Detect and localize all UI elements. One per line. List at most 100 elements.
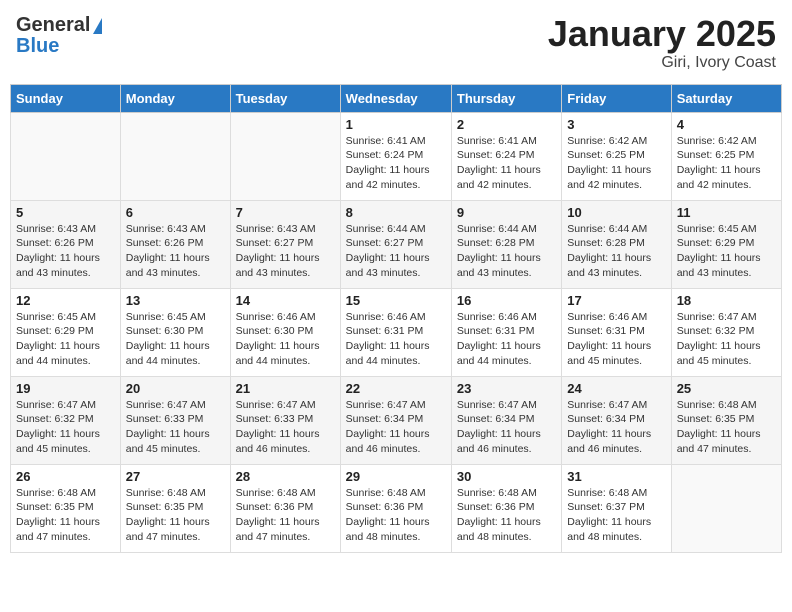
calendar-cell: 9 Sunrise: 6:44 AMSunset: 6:28 PMDaylight… [451,200,561,288]
calendar-cell: 13 Sunrise: 6:45 AMSunset: 6:30 PMDayligh… [120,288,230,376]
calendar-cell: 25 Sunrise: 6:48 AMSunset: 6:35 PMDayligh… [671,376,781,464]
col-saturday: Saturday [671,84,781,112]
calendar-cell: 5 Sunrise: 6:43 AMSunset: 6:26 PMDaylight… [11,200,121,288]
calendar-cell: 23 Sunrise: 6:47 AMSunset: 6:34 PMDayligh… [451,376,561,464]
cell-date-number: 31 [567,469,665,484]
cell-date-number: 5 [16,205,115,220]
cell-info: Sunrise: 6:48 AMSunset: 6:35 PMDaylight:… [126,486,225,545]
calendar-cell: 21 Sunrise: 6:47 AMSunset: 6:33 PMDayligh… [230,376,340,464]
calendar-cell: 18Sunrise: 6:47 AMSunset: 6:32 PMDayligh… [671,288,781,376]
calendar-cell [671,464,781,552]
cell-info: Sunrise: 6:48 AMSunset: 6:35 PMDaylight:… [16,486,115,545]
col-monday: Monday [120,84,230,112]
logo-general-text: General [16,14,90,37]
logo-triangle [93,18,102,34]
calendar-cell [120,112,230,200]
calendar-week-row: 1Sunrise: 6:41 AMSunset: 6:24 PMDaylight… [11,112,782,200]
cell-info: Sunrise: 6:47 AMSunset: 6:34 PMDaylight:… [457,398,556,457]
cell-info: Sunrise: 6:47 AMSunset: 6:34 PMDaylight:… [567,398,665,457]
cell-info: Sunrise: 6:42 AMSunset: 6:25 PMDaylight:… [677,134,776,193]
calendar-cell: 17Sunrise: 6:46 AMSunset: 6:31 PMDayligh… [562,288,671,376]
col-wednesday: Wednesday [340,84,451,112]
calendar-cell: 24 Sunrise: 6:47 AMSunset: 6:34 PMDayligh… [562,376,671,464]
calendar-cell: 12Sunrise: 6:45 AMSunset: 6:29 PMDayligh… [11,288,121,376]
calendar-cell: 19 Sunrise: 6:47 AMSunset: 6:32 PMDayligh… [11,376,121,464]
col-friday: Friday [562,84,671,112]
cell-info: Sunrise: 6:45 AMSunset: 6:29 PMDaylight:… [677,222,776,281]
cell-info: Sunrise: 6:44 AMSunset: 6:28 PMDaylight:… [457,222,556,281]
cell-date-number: 19 [16,381,115,396]
calendar-cell: 15 Sunrise: 6:46 AMSunset: 6:31 PMDayligh… [340,288,451,376]
cell-info: Sunrise: 6:47 AMSunset: 6:33 PMDaylight:… [236,398,335,457]
cell-info: Sunrise: 6:41 AMSunset: 6:24 PMDaylight:… [346,134,446,193]
calendar-cell: 7 Sunrise: 6:43 AMSunset: 6:27 PMDaylight… [230,200,340,288]
calendar-cell: 8Sunrise: 6:44 AMSunset: 6:27 PMDaylight… [340,200,451,288]
cell-date-number: 25 [677,381,776,396]
calendar-location: Giri, Ivory Coast [548,54,776,72]
cell-date-number: 29 [346,469,446,484]
cell-info: Sunrise: 6:48 AMSunset: 6:37 PMDaylight:… [567,486,665,545]
col-sunday: Sunday [11,84,121,112]
calendar-cell: 10 Sunrise: 6:44 AMSunset: 6:28 PMDayligh… [562,200,671,288]
cell-info: Sunrise: 6:48 AMSunset: 6:36 PMDaylight:… [236,486,335,545]
calendar-cell [11,112,121,200]
calendar-week-row: 12Sunrise: 6:45 AMSunset: 6:29 PMDayligh… [11,288,782,376]
cell-info: Sunrise: 6:48 AMSunset: 6:36 PMDaylight:… [457,486,556,545]
cell-date-number: 6 [126,205,225,220]
cell-date-number: 22 [346,381,446,396]
calendar-cell: 27 Sunrise: 6:48 AMSunset: 6:35 PMDayligh… [120,464,230,552]
calendar-cell: 16Sunrise: 6:46 AMSunset: 6:31 PMDayligh… [451,288,561,376]
calendar-cell: 1Sunrise: 6:41 AMSunset: 6:24 PMDaylight… [340,112,451,200]
calendar-cell: 6 Sunrise: 6:43 AMSunset: 6:26 PMDaylight… [120,200,230,288]
cell-info: Sunrise: 6:44 AMSunset: 6:28 PMDaylight:… [567,222,665,281]
calendar-cell: 31 Sunrise: 6:48 AMSunset: 6:37 PMDayligh… [562,464,671,552]
cell-date-number: 7 [236,205,335,220]
cell-info: Sunrise: 6:43 AMSunset: 6:26 PMDaylight:… [16,222,115,281]
page-header: General Blue January 2025 Giri, Ivory Co… [10,10,782,76]
cell-date-number: 4 [677,117,776,132]
calendar-cell: 14Sunrise: 6:46 AMSunset: 6:30 PMDayligh… [230,288,340,376]
calendar-cell: 22 Sunrise: 6:47 AMSunset: 6:34 PMDayligh… [340,376,451,464]
cell-date-number: 27 [126,469,225,484]
cell-date-number: 18 [677,293,776,308]
cell-info: Sunrise: 6:43 AMSunset: 6:27 PMDaylight:… [236,222,335,281]
calendar-week-row: 5 Sunrise: 6:43 AMSunset: 6:26 PMDaylight… [11,200,782,288]
calendar-cell: 30Sunrise: 6:48 AMSunset: 6:36 PMDayligh… [451,464,561,552]
logo: General Blue [16,14,102,58]
cell-info: Sunrise: 6:48 AMSunset: 6:35 PMDaylight:… [677,398,776,457]
cell-date-number: 17 [567,293,665,308]
calendar-cell: 2Sunrise: 6:41 AMSunset: 6:24 PMDaylight… [451,112,561,200]
col-tuesday: Tuesday [230,84,340,112]
cell-date-number: 3 [567,117,665,132]
cell-info: Sunrise: 6:47 AMSunset: 6:34 PMDaylight:… [346,398,446,457]
cell-date-number: 11 [677,205,776,220]
cell-info: Sunrise: 6:47 AMSunset: 6:33 PMDaylight:… [126,398,225,457]
cell-date-number: 21 [236,381,335,396]
cell-date-number: 20 [126,381,225,396]
cell-date-number: 23 [457,381,556,396]
calendar-cell: 11 Sunrise: 6:45 AMSunset: 6:29 PMDayligh… [671,200,781,288]
cell-info: Sunrise: 6:45 AMSunset: 6:30 PMDaylight:… [126,310,225,369]
cell-date-number: 9 [457,205,556,220]
cell-date-number: 10 [567,205,665,220]
calendar-cell: 4 Sunrise: 6:42 AMSunset: 6:25 PMDaylight… [671,112,781,200]
calendar-header-row: Sunday Monday Tuesday Wednesday Thursday… [11,84,782,112]
cell-date-number: 16 [457,293,556,308]
cell-info: Sunrise: 6:48 AMSunset: 6:36 PMDaylight:… [346,486,446,545]
cell-info: Sunrise: 6:43 AMSunset: 6:26 PMDaylight:… [126,222,225,281]
cell-date-number: 13 [126,293,225,308]
cell-info: Sunrise: 6:42 AMSunset: 6:25 PMDaylight:… [567,134,665,193]
cell-date-number: 24 [567,381,665,396]
cell-info: Sunrise: 6:46 AMSunset: 6:31 PMDaylight:… [346,310,446,369]
calendar-cell: 3 Sunrise: 6:42 AMSunset: 6:25 PMDaylight… [562,112,671,200]
cell-info: Sunrise: 6:47 AMSunset: 6:32 PMDaylight:… [16,398,115,457]
cell-date-number: 15 [346,293,446,308]
calendar-cell: 28Sunrise: 6:48 AMSunset: 6:36 PMDayligh… [230,464,340,552]
calendar-table: Sunday Monday Tuesday Wednesday Thursday… [10,84,782,553]
col-thursday: Thursday [451,84,561,112]
calendar-week-row: 19 Sunrise: 6:47 AMSunset: 6:32 PMDayligh… [11,376,782,464]
calendar-cell: 29 Sunrise: 6:48 AMSunset: 6:36 PMDayligh… [340,464,451,552]
calendar-week-row: 26Sunrise: 6:48 AMSunset: 6:35 PMDayligh… [11,464,782,552]
calendar-title: January 2025 [548,14,776,54]
cell-date-number: 2 [457,117,556,132]
